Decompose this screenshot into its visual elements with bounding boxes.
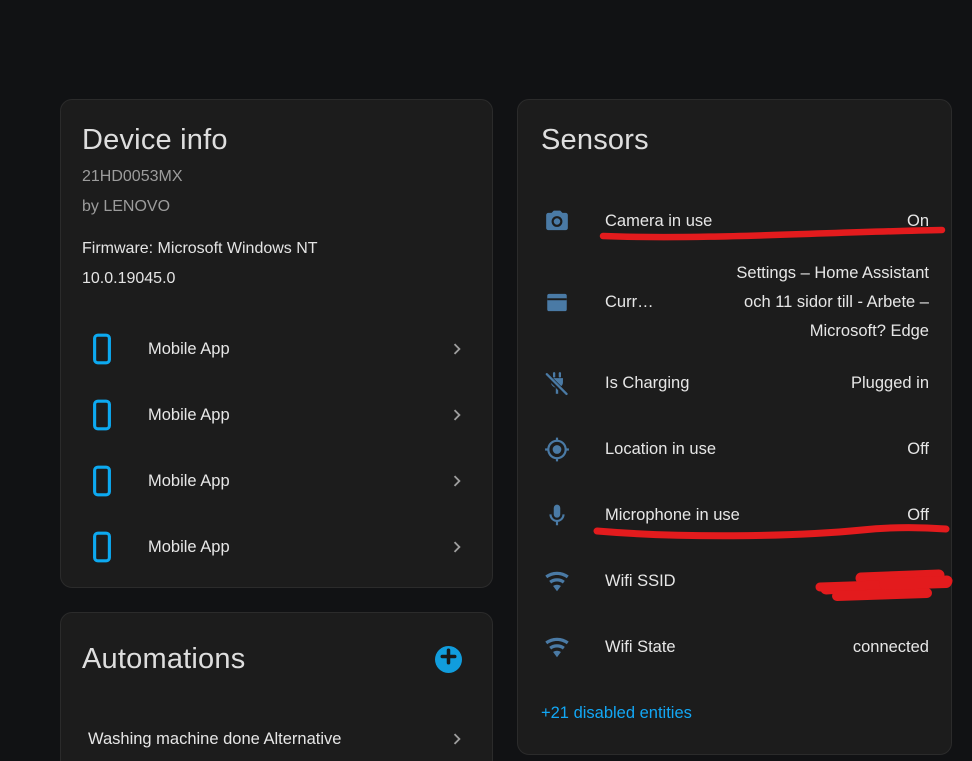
sensor-value: connected: [676, 638, 929, 657]
chevron-right-icon: [446, 404, 468, 426]
crosshairs-gps-icon: [544, 436, 570, 462]
device-info-card: Device info 21HD0053MX by LENOVO Firmwar…: [60, 99, 493, 588]
automations-title: Automations: [82, 637, 245, 681]
sensors-list: Camera in use On Curr… Settings – Home A…: [518, 188, 951, 680]
sensor-label: Wifi State: [605, 638, 676, 657]
config-entries-list: Mobile App Mobile App: [61, 316, 492, 580]
chevron-right-icon: [446, 728, 468, 750]
config-entry-label: Mobile App: [148, 538, 446, 557]
card-columns: Device info 21HD0053MX by LENOVO Firmwar…: [60, 99, 952, 761]
sensor-label: Wifi SSID: [605, 572, 676, 591]
power-plug-off-icon: [544, 370, 570, 396]
sensor-row-current-app[interactable]: Curr… Settings – Home Assistant och 11 s…: [518, 254, 951, 350]
wifi-icon: [544, 634, 570, 660]
config-entry-label: Mobile App: [148, 406, 446, 425]
add-automation-button[interactable]: [435, 646, 462, 673]
sensor-value: Off: [740, 506, 929, 525]
device-info-title: Device info: [61, 118, 492, 162]
device-model: 21HD0053MX: [61, 162, 492, 192]
sensor-value: Plugged in: [689, 374, 929, 393]
right-column: Sensors Camera in use On Curr…: [517, 99, 952, 755]
chevron-right-icon: [446, 470, 468, 492]
sensor-value-line: Microsoft? Edge: [654, 317, 929, 346]
sensor-row-camera-in-use[interactable]: Camera in use On: [518, 188, 951, 254]
cellphone-icon: [89, 332, 115, 366]
cellphone-icon: [89, 530, 115, 564]
sensor-value: Off: [716, 440, 929, 459]
sensor-row-wifi-state[interactable]: Wifi State connected: [518, 614, 951, 680]
sensor-row-is-charging[interactable]: Is Charging Plugged in: [518, 350, 951, 416]
sensor-label: Curr…: [605, 293, 654, 312]
camera-icon: [544, 208, 570, 234]
sensor-row-wifi-ssid[interactable]: Wifi SSID: [518, 548, 951, 614]
cellphone-icon: [89, 398, 115, 432]
automations-card: Automations Washing machine done Alterna…: [60, 612, 493, 761]
sensor-row-microphone-in-use[interactable]: Microphone in use Off: [518, 482, 951, 548]
sensor-label: Microphone in use: [605, 506, 740, 525]
config-entry-mobile-app[interactable]: Mobile App: [61, 316, 492, 382]
wifi-icon: [544, 568, 570, 594]
left-column: Device info 21HD0053MX by LENOVO Firmwar…: [60, 99, 493, 761]
device-manufacturer: by LENOVO: [61, 192, 492, 222]
sensors-card: Sensors Camera in use On Curr…: [517, 99, 952, 755]
automations-header: Automations: [61, 637, 492, 681]
automation-label: Washing machine done Alternative: [88, 730, 446, 749]
cellphone-icon: [89, 464, 115, 498]
config-entry-mobile-app[interactable]: Mobile App: [61, 382, 492, 448]
device-firmware: Firmware: Microsoft Windows NT 10.0.1904…: [61, 234, 386, 294]
config-entry-label: Mobile App: [148, 472, 446, 491]
config-entry-label: Mobile App: [148, 340, 446, 359]
config-entry-mobile-app[interactable]: Mobile App: [61, 514, 492, 580]
disabled-entities-link[interactable]: +21 disabled entities: [541, 704, 692, 723]
microphone-icon: [544, 502, 570, 528]
sensor-value-line: och 11 sidor till - Arbete –: [654, 288, 929, 317]
chevron-right-icon: [446, 536, 468, 558]
sensor-label: Location in use: [605, 440, 716, 459]
chevron-right-icon: [446, 338, 468, 360]
sensors-title: Sensors: [518, 118, 951, 162]
sensor-row-location-in-use[interactable]: Location in use Off: [518, 416, 951, 482]
automation-item[interactable]: Washing machine done Alternative: [61, 706, 492, 761]
sensor-label: Camera in use: [605, 212, 712, 231]
sensor-value-line: Settings – Home Assistant: [654, 259, 929, 288]
config-entry-mobile-app[interactable]: Mobile App: [61, 448, 492, 514]
device-page: Device info 21HD0053MX by LENOVO Firmwar…: [0, 0, 972, 761]
sensor-value: On: [712, 212, 929, 231]
application-icon: [544, 289, 570, 315]
sensor-label: Is Charging: [605, 374, 689, 393]
plus-icon: [435, 643, 462, 675]
sensor-value: Settings – Home Assistant och 11 sidor t…: [654, 259, 929, 346]
